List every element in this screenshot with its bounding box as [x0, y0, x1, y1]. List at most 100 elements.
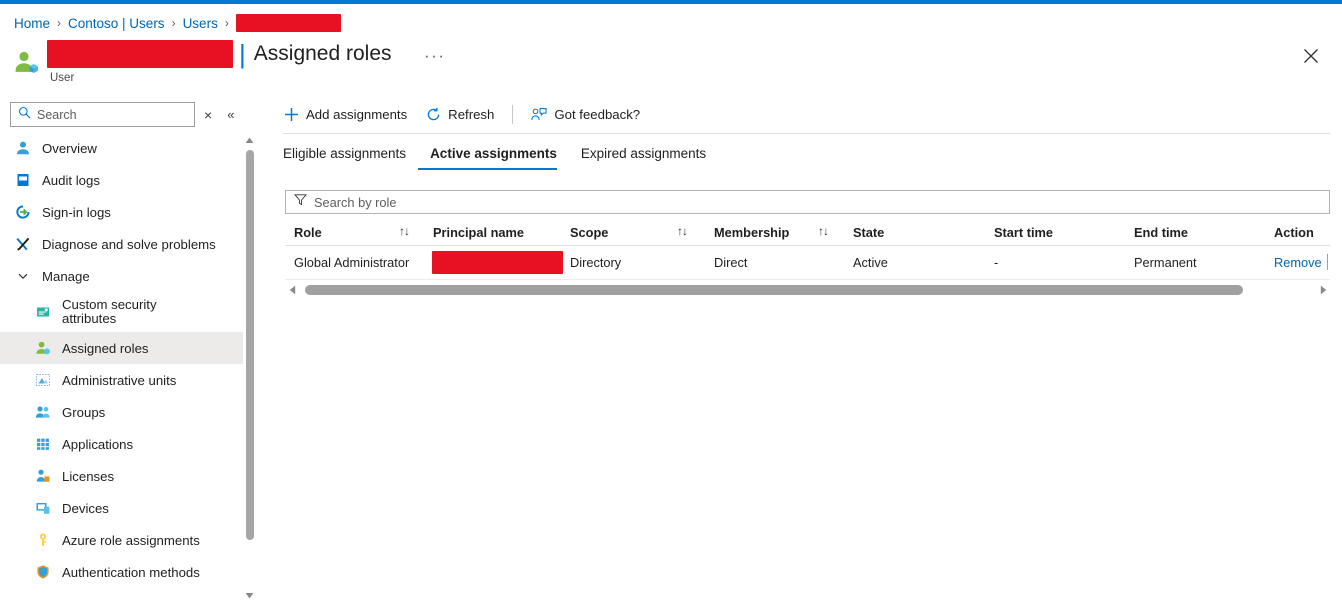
breadcrumb-separator: ›: [224, 16, 229, 30]
breadcrumb-item-redacted[interactable]: [235, 14, 341, 32]
tab-expired-assignments[interactable]: Expired assignments: [569, 146, 718, 170]
assigned-roles-icon: [34, 339, 52, 357]
command-divider: [512, 104, 514, 124]
breadcrumb-item-home[interactable]: Home: [14, 16, 50, 31]
sidebar-item-devices[interactable]: Devices: [0, 492, 243, 524]
top-accent-bar: [0, 0, 1342, 4]
sidebar-item-label: Authentication methods: [62, 564, 200, 580]
tab-eligible-assignments[interactable]: Eligible assignments: [283, 146, 418, 170]
table-horizontal-scrollbar[interactable]: [285, 282, 1330, 298]
refresh-icon: [425, 106, 441, 122]
tab-active-assignments[interactable]: Active assignments: [418, 146, 569, 170]
cell-scope: Directory: [570, 255, 622, 270]
search-box[interactable]: [10, 102, 195, 127]
sidebar-item-applications[interactable]: Applications: [0, 428, 243, 460]
sidebar-scrollbar[interactable]: [243, 132, 256, 606]
table-row[interactable]: Global Administrator Directory Direct Ac…: [285, 246, 1330, 280]
cell-membership: Direct: [714, 255, 748, 270]
sidebar-item-azure-role-assignments[interactable]: Azure role assignments: [0, 524, 243, 556]
refresh-button[interactable]: Refresh: [425, 100, 494, 128]
sidebar-item-administrative-units[interactable]: Administrative units: [0, 364, 243, 396]
sign-in-icon: [14, 203, 32, 221]
sidebar-item-sign-in-logs[interactable]: Sign-in logs: [0, 196, 243, 228]
column-header-start-time[interactable]: Start time: [994, 225, 1053, 240]
sidebar-item-assigned-roles[interactable]: Assigned roles: [0, 332, 243, 364]
sort-icon-role[interactable]: ↑↓: [399, 224, 410, 238]
scroll-left-icon[interactable]: [285, 282, 299, 298]
sort-icon-scope[interactable]: ↑↓: [677, 224, 688, 238]
row-action-divider: [1327, 254, 1328, 270]
breadcrumb-separator: ›: [57, 16, 62, 30]
groups-icon: [34, 403, 52, 421]
column-header-scope[interactable]: Scope: [570, 225, 608, 240]
licenses-icon: [34, 467, 52, 485]
sidebar-item-custom-security-attributes[interactable]: Custom security attributes: [0, 292, 243, 332]
search-clear-icon[interactable]: ×: [204, 108, 212, 122]
sidebar-item-label: Devices: [62, 500, 109, 516]
column-header-end-time[interactable]: End time: [1134, 225, 1188, 240]
sidebar-item-label: Audit logs: [42, 172, 100, 188]
title-separator: |: [239, 39, 246, 69]
sidebar-item-label: Licenses: [62, 468, 115, 484]
scrollbar-track[interactable]: [299, 282, 1316, 298]
column-header-role[interactable]: Role: [294, 225, 322, 240]
sidebar-item-label: Assigned roles: [62, 340, 149, 356]
tab-label: Expired assignments: [580, 146, 707, 161]
sidebar-group-manage[interactable]: Manage: [0, 260, 243, 292]
sidebar-item-licenses[interactable]: Licenses: [0, 460, 243, 492]
breadcrumb-item-contoso-users[interactable]: Contoso | Users: [68, 16, 165, 31]
add-assignments-button[interactable]: Add assignments: [283, 100, 407, 128]
chevron-down-icon: [14, 267, 32, 285]
search-icon: [18, 106, 31, 124]
sidebar-collapse-icon[interactable]: «: [227, 107, 234, 122]
scroll-right-icon[interactable]: [1316, 282, 1330, 298]
devices-icon: [34, 499, 52, 517]
sidebar-item-label: Groups: [62, 404, 106, 420]
cell-start-time: -: [994, 255, 999, 270]
feedback-icon: [531, 106, 547, 122]
sidebar: × « Overview: [0, 96, 256, 606]
command-bar: Add assignments Refresh Got feedback?: [283, 100, 658, 128]
sidebar-item-groups[interactable]: Groups: [0, 396, 243, 428]
sidebar-item-diagnose[interactable]: Diagnose and solve problems: [0, 228, 243, 260]
sidebar-group-label: Manage: [42, 268, 90, 284]
plus-icon: [283, 106, 299, 122]
close-icon[interactable]: [1300, 45, 1322, 67]
sidebar-item-label: Diagnose and solve problems: [42, 236, 216, 252]
tab-label: Eligible assignments: [283, 146, 407, 161]
scrollbar-thumb[interactable]: [305, 285, 1243, 295]
user-avatar-icon: [12, 48, 42, 78]
remove-link[interactable]: Remove: [1274, 255, 1322, 270]
sidebar-item-label: Applications: [62, 436, 134, 452]
got-feedback-label: Got feedback?: [554, 106, 641, 122]
sidebar-item-authentication-methods[interactable]: Authentication methods: [0, 556, 243, 588]
key-icon: [34, 531, 52, 549]
attributes-icon: [34, 303, 52, 321]
breadcrumb-item-users[interactable]: Users: [183, 16, 218, 31]
got-feedback-button[interactable]: Got feedback?: [531, 100, 640, 128]
page-title-row: | Assigned roles: [47, 40, 392, 68]
filter-icon: [294, 193, 307, 211]
column-header-membership[interactable]: Membership: [714, 225, 789, 240]
column-header-principal-name[interactable]: Principal name: [433, 225, 524, 240]
role-filter-box[interactable]: [285, 190, 1330, 214]
sort-icon-membership[interactable]: ↑↓: [818, 224, 829, 238]
column-header-action[interactable]: Action: [1274, 225, 1314, 240]
breadcrumb: Home › Contoso | Users › Users ›: [14, 12, 341, 34]
sidebar-item-label: Overview: [42, 140, 97, 156]
sidebar-item-label: Azure role assignments: [62, 532, 200, 548]
cell-end-time: Permanent: [1134, 255, 1197, 270]
audit-log-icon: [14, 171, 32, 189]
command-bar-divider: [283, 133, 1330, 134]
sidebar-item-overview[interactable]: Overview: [0, 132, 243, 164]
search-input[interactable]: [37, 107, 177, 122]
azure-portal-blade: Home › Contoso | Users › Users › | Assig…: [0, 0, 1342, 606]
more-options-button[interactable]: ···: [424, 46, 445, 66]
sidebar-scrollbar-thumb[interactable]: [245, 150, 254, 540]
scroll-down-icon[interactable]: [243, 589, 256, 602]
scroll-up-icon[interactable]: [243, 134, 256, 147]
role-filter-input[interactable]: [314, 194, 1329, 210]
assignment-tabs: Eligible assignments Active assignments …: [283, 146, 718, 170]
column-header-state[interactable]: State: [853, 225, 884, 240]
sidebar-item-audit-logs[interactable]: Audit logs: [0, 164, 243, 196]
